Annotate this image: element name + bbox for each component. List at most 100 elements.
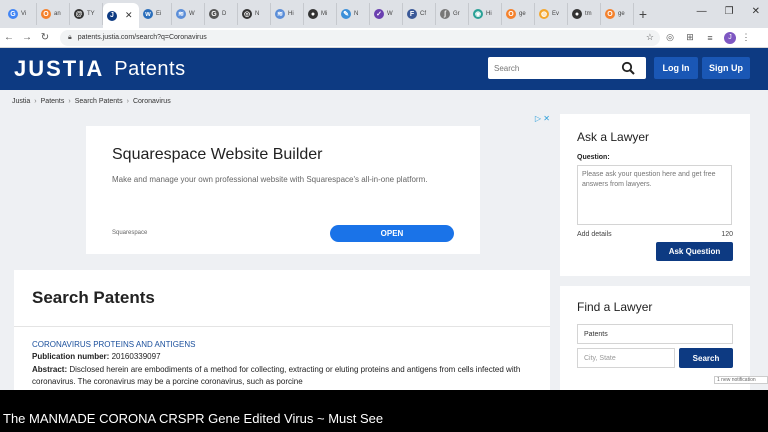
- tab-label: Ei: [156, 11, 162, 17]
- page-body: Justia › Patents › Search Patents › Coro…: [0, 90, 768, 390]
- browser-window: G Vi Oan @ TY J ✕ w Ei ≋ W G D ◎ N ≋ Hi ● Mi ✎ N ✓ W F Cf ʃ Gr ◉ Hi O…: [0, 0, 768, 390]
- tab-active[interactable]: J ✕: [103, 3, 139, 28]
- tab[interactable]: Oge: [601, 3, 634, 25]
- login-button[interactable]: Log In: [654, 57, 698, 79]
- new-tab-button[interactable]: +: [634, 3, 652, 25]
- tab[interactable]: GD: [205, 3, 238, 25]
- facebook-icon: F: [407, 9, 417, 19]
- publication-label: Publication number:: [32, 352, 110, 361]
- tab[interactable]: ✎ N: [337, 3, 370, 25]
- tab-label: W: [387, 11, 393, 17]
- breadcrumb-item[interactable]: Patents: [41, 98, 65, 105]
- tab[interactable]: ≋ Hi: [271, 3, 304, 25]
- reload-icon[interactable]: ↻: [36, 32, 54, 43]
- google-icon: G: [209, 9, 219, 19]
- ask-question-button[interactable]: Ask Question: [656, 242, 733, 261]
- add-details-link[interactable]: Add details: [577, 231, 612, 238]
- minimize-icon[interactable]: —: [697, 6, 707, 17]
- site-icon: ʃ: [440, 9, 450, 19]
- tab-label: Mi: [321, 11, 328, 17]
- justia-icon: J: [107, 10, 117, 21]
- extension-icon[interactable]: ⊞: [680, 32, 700, 43]
- menu-lines-icon[interactable]: ≡: [700, 33, 720, 43]
- advertisement[interactable]: ▷ ✕ Squarespace Website Builder Make and…: [86, 114, 550, 254]
- tab[interactable]: ≋ W: [172, 3, 205, 25]
- extension-icon[interactable]: ◎: [660, 32, 680, 43]
- page-title: Search Patents: [32, 288, 155, 307]
- tab-label: tm: [585, 11, 592, 17]
- bookmark-star-icon[interactable]: ☆: [646, 32, 654, 43]
- close-window-icon[interactable]: ✕: [752, 6, 760, 17]
- char-count: 120: [721, 231, 733, 238]
- find-lawyer-widget: Find a Lawyer Patents City, State Search: [560, 286, 750, 390]
- kebab-menu-icon[interactable]: ⋮: [736, 32, 756, 43]
- patents-logo-text[interactable]: Patents: [114, 58, 185, 81]
- tab-list: G Vi Oan @ TY J ✕ w Ei ≋ W G D ◎ N ≋ Hi ● Mi ✎ N ✓ W F Cf ʃ Gr ◉ Hi O…: [4, 3, 634, 28]
- tab[interactable]: ◎ N: [238, 3, 271, 25]
- maximize-icon[interactable]: ❐: [725, 6, 734, 17]
- divider: [14, 326, 550, 327]
- tab[interactable]: G Vi: [4, 3, 37, 25]
- tab-label: W: [189, 11, 195, 17]
- tab[interactable]: ● Mi: [304, 3, 337, 25]
- notification-badge[interactable]: 1 new notification: [714, 376, 768, 384]
- tab-label: Ev: [552, 11, 560, 17]
- ad-open-button[interactable]: OPEN: [330, 225, 454, 242]
- breadcrumb-item[interactable]: Search Patents: [75, 98, 123, 105]
- tab[interactable]: F Cf: [403, 3, 436, 25]
- question-label: Question:: [577, 154, 610, 161]
- site-icon: ●: [308, 9, 318, 19]
- abstract-text: Disclosed herein are embodiments of a me…: [32, 365, 521, 386]
- tab-label: an: [54, 11, 61, 17]
- question-input[interactable]: [577, 165, 732, 225]
- practice-area-field[interactable]: Patents: [577, 324, 733, 344]
- site-icon: O: [605, 9, 615, 19]
- window-controls: — ❐ ✕: [697, 6, 760, 17]
- forward-icon[interactable]: →: [18, 32, 36, 43]
- lock-icon: 🔒︎: [68, 33, 72, 41]
- tab[interactable]: Oge: [502, 3, 535, 25]
- tab[interactable]: w Ei: [139, 3, 172, 25]
- profile-avatar[interactable]: J: [724, 31, 736, 44]
- site-icon: ◉: [473, 9, 483, 19]
- header-search-input[interactable]: [488, 58, 618, 78]
- address-bar: ← → ↻ 🔒︎ patents.justia.com/search?q=Cor…: [0, 28, 768, 48]
- tab-label: N: [354, 11, 359, 17]
- tab[interactable]: ʃ Gr: [436, 3, 469, 25]
- find-lawyer-heading: Find a Lawyer: [577, 300, 653, 314]
- search-icon[interactable]: [618, 58, 638, 78]
- ad-description: Make and manage your own professional we…: [112, 175, 428, 184]
- tab-label: N: [255, 11, 260, 17]
- result-title-link[interactable]: CORONAVIRUS PROTEINS AND ANTIGENS: [32, 340, 195, 349]
- search-results-card: Search Patents CORONAVIRUS PROTEINS AND …: [14, 270, 550, 390]
- breadcrumb-separator: ›: [68, 98, 71, 105]
- site-icon: ✎: [341, 9, 351, 19]
- tab[interactable]: Oan: [37, 3, 70, 25]
- url-field[interactable]: 🔒︎ patents.justia.com/search?q=Coronavir…: [60, 29, 660, 46]
- tab-label: Hi: [486, 11, 492, 17]
- ad-title[interactable]: Squarespace Website Builder: [112, 146, 323, 164]
- location-field[interactable]: City, State: [577, 348, 675, 368]
- site-icon: ≋: [176, 9, 186, 19]
- tab[interactable]: ✓ W: [370, 3, 403, 25]
- tab[interactable]: @ TY: [70, 3, 103, 25]
- back-icon[interactable]: ←: [0, 32, 18, 43]
- url-text: patents.justia.com/search?q=Coronavirus: [77, 34, 207, 41]
- site-icon: ◍: [539, 9, 549, 19]
- close-tab-icon[interactable]: ✕: [125, 10, 133, 21]
- find-lawyer-search-button[interactable]: Search: [679, 348, 733, 368]
- result-abstract: Abstract: Disclosed herein are embodimen…: [32, 364, 532, 388]
- ask-lawyer-widget: Ask a Lawyer Question: Add details 120 A…: [560, 114, 750, 276]
- tab[interactable]: ◉ Hi: [469, 3, 502, 25]
- adchoices-icon[interactable]: ▷ ✕: [535, 114, 550, 123]
- result-publication: Publication number: 20160339097: [32, 352, 161, 361]
- justia-logo[interactable]: JUSTIA: [14, 56, 104, 82]
- breadcrumb: Justia › Patents › Search Patents › Coro…: [12, 98, 171, 105]
- tab[interactable]: ◍ Ev: [535, 3, 568, 25]
- tab[interactable]: ● tm: [568, 3, 601, 25]
- signup-button[interactable]: Sign Up: [702, 57, 750, 79]
- tab-label: ge: [519, 11, 526, 17]
- site-icon: ◎: [242, 9, 252, 19]
- abstract-label: Abstract:: [32, 365, 68, 374]
- breadcrumb-item[interactable]: Justia: [12, 98, 30, 105]
